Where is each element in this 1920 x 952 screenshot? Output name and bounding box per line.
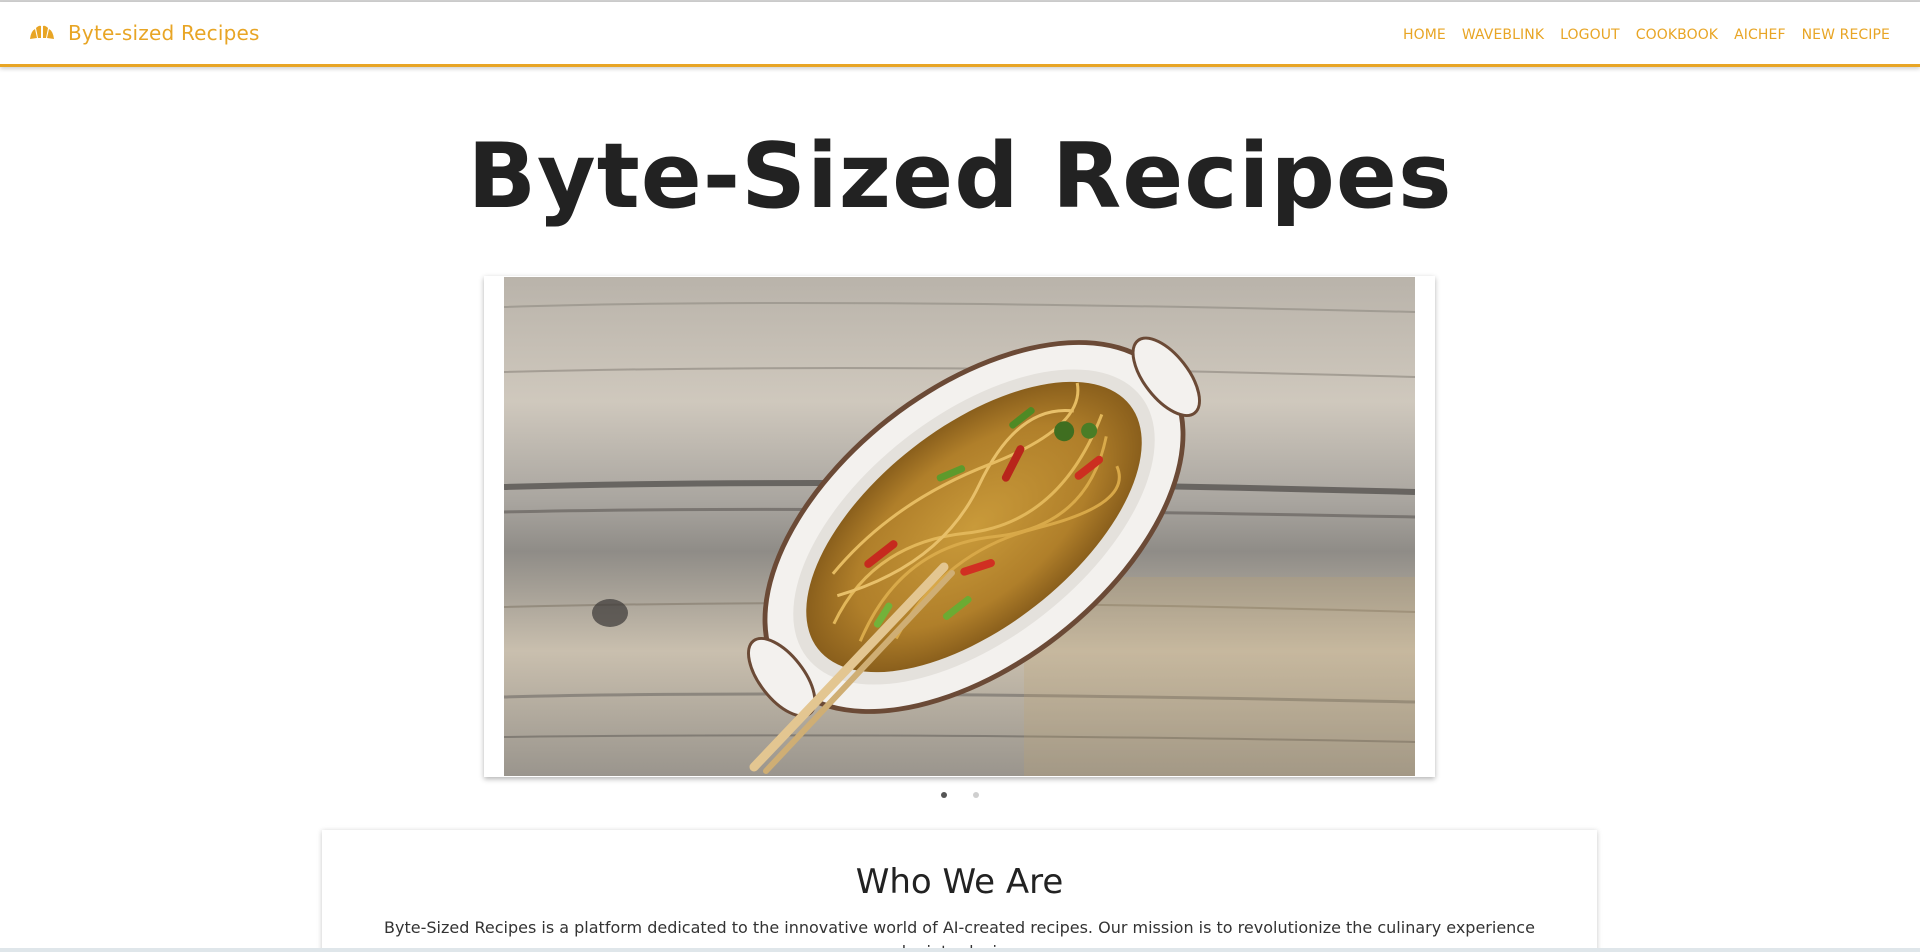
- noodle-bowl-photo: [504, 277, 1415, 776]
- window-bottom-border: [0, 948, 1920, 952]
- brand-text: Byte-sized Recipes: [68, 21, 260, 45]
- carousel-dot-2[interactable]: [973, 792, 979, 798]
- nav-link-cookbook[interactable]: COOKBOOK: [1636, 27, 1718, 43]
- navbar: Byte-sized Recipes HOME WAVEBLINK LOGOUT…: [0, 2, 1920, 67]
- carousel-slide-image: [504, 277, 1415, 776]
- nav-link-logout[interactable]: LOGOUT: [1560, 27, 1620, 43]
- nav-link-new-recipe[interactable]: NEW RECIPE: [1802, 27, 1890, 43]
- brand-link[interactable]: Byte-sized Recipes: [28, 21, 260, 45]
- croissant-icon: [30, 25, 54, 39]
- about-text: Byte-Sized Recipes is a platform dedicat…: [384, 918, 1535, 952]
- image-carousel[interactable]: [484, 276, 1435, 777]
- nav-link-waveblink[interactable]: WAVEBLINK: [1462, 27, 1544, 43]
- carousel-dot-1[interactable]: [941, 792, 947, 798]
- nav-links: HOME WAVEBLINK LOGOUT COOKBOOK AICHEF NE…: [1403, 24, 1890, 43]
- about-title: Who We Are: [855, 862, 1064, 902]
- about-section: Who We Are Byte-Sized Recipes is a platf…: [322, 830, 1597, 952]
- nav-link-aichef[interactable]: AICHEF: [1734, 27, 1786, 43]
- nav-link-home[interactable]: HOME: [1403, 27, 1446, 43]
- carousel-indicators: [0, 792, 1920, 798]
- page-title: Byte-Sized Recipes: [467, 124, 1453, 229]
